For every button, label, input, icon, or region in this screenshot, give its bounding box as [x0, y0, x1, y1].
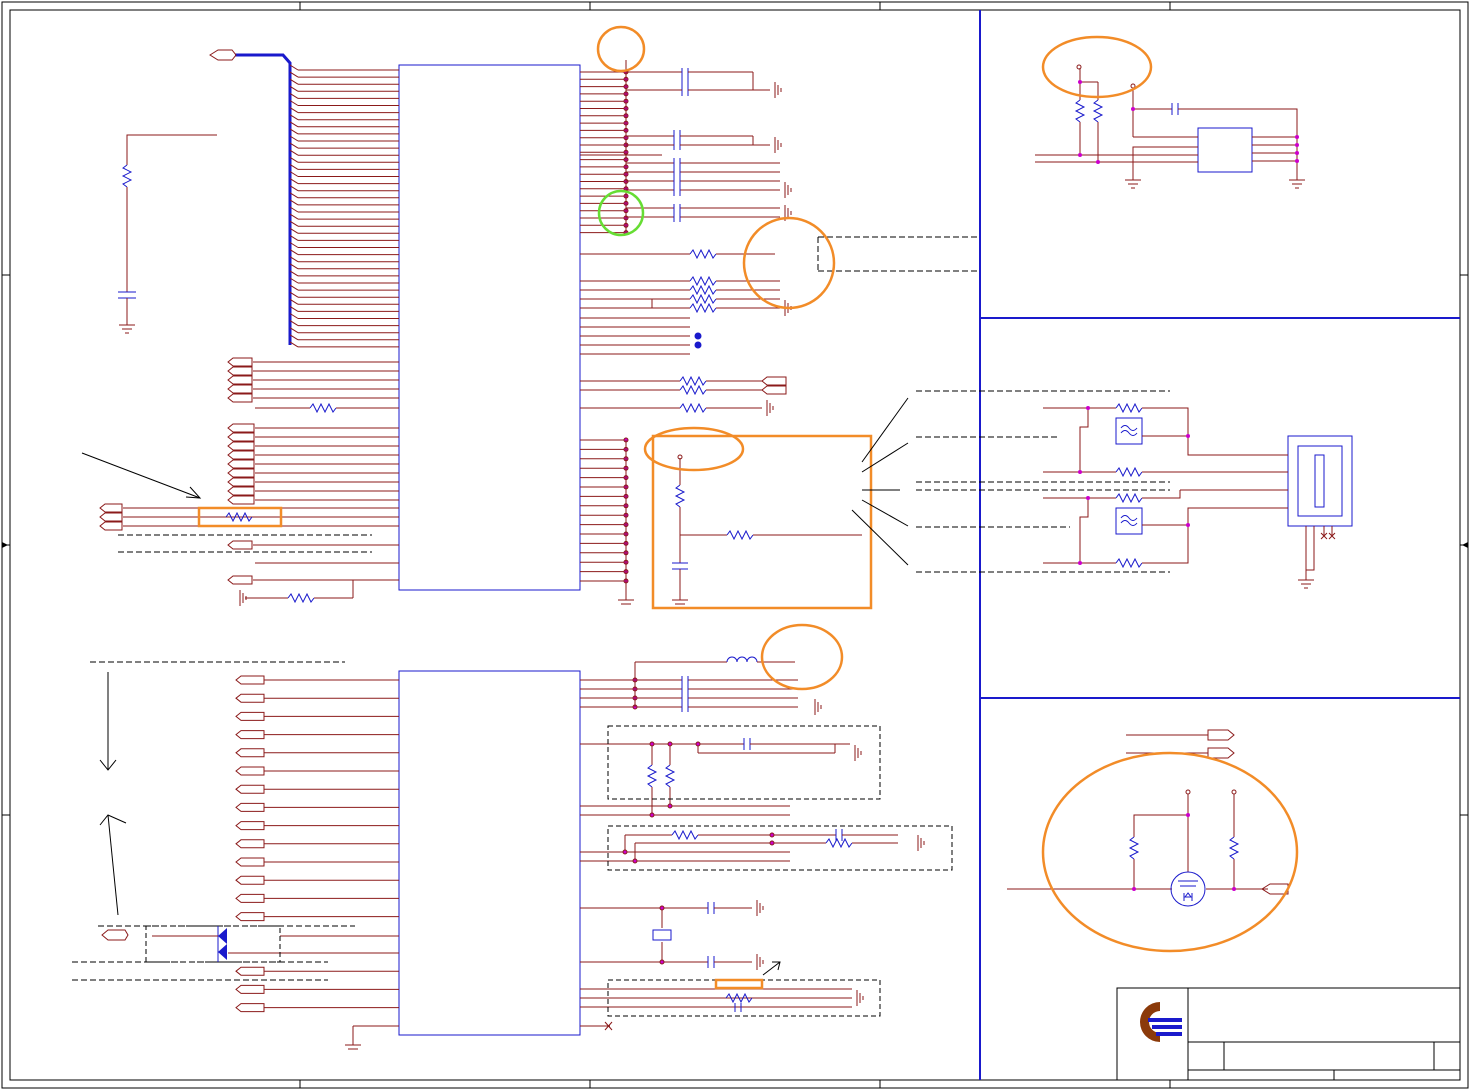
junction-dot [632, 858, 638, 864]
connector-circuit [1043, 402, 1353, 589]
test-point-icon [694, 332, 702, 349]
ic-bottom-right-wires [580, 656, 925, 1031]
dashed-guides [72, 236, 1170, 981]
pointer-arrow-icon [81, 452, 202, 499]
ic-top-body [398, 64, 581, 591]
bus-entry-wires [289, 64, 399, 348]
section-dividers [979, 10, 1460, 1080]
company-logo-icon [1140, 1002, 1182, 1042]
junction-dot [695, 741, 701, 747]
ic-bottom-left-wires [228, 675, 399, 1050]
reset-rc-network [651, 434, 873, 610]
ic-bottom-body [398, 670, 581, 1036]
highlight-green-circle [597, 189, 645, 237]
junction-dot [769, 832, 775, 838]
sheet-border [1, 1, 1469, 1089]
eeprom-circuit [1035, 64, 1305, 189]
input-port-symbols [99, 357, 255, 585]
junction-dot [769, 840, 775, 846]
bus-line [209, 49, 292, 345]
schematic-sheet [1, 1, 1469, 1089]
junction-dot [622, 849, 628, 855]
junction-dot [649, 741, 655, 747]
junction-dot [667, 803, 673, 809]
mosfet-junctions [1132, 813, 1236, 891]
junction-dot [649, 812, 655, 818]
junction-dot [659, 905, 665, 911]
junction-dot [659, 959, 665, 965]
border-arrow-icon [2, 542, 1468, 548]
eeprom-junctions [1078, 80, 1299, 164]
junction-dot [667, 741, 673, 747]
callout-lines [851, 397, 909, 566]
dashed-groups [607, 725, 953, 1017]
direction-arrows [99, 672, 781, 976]
pullup-resistor-network [118, 134, 217, 334]
diode-pair-icon [101, 925, 281, 963]
ic-top-right-wires [580, 60, 792, 605]
